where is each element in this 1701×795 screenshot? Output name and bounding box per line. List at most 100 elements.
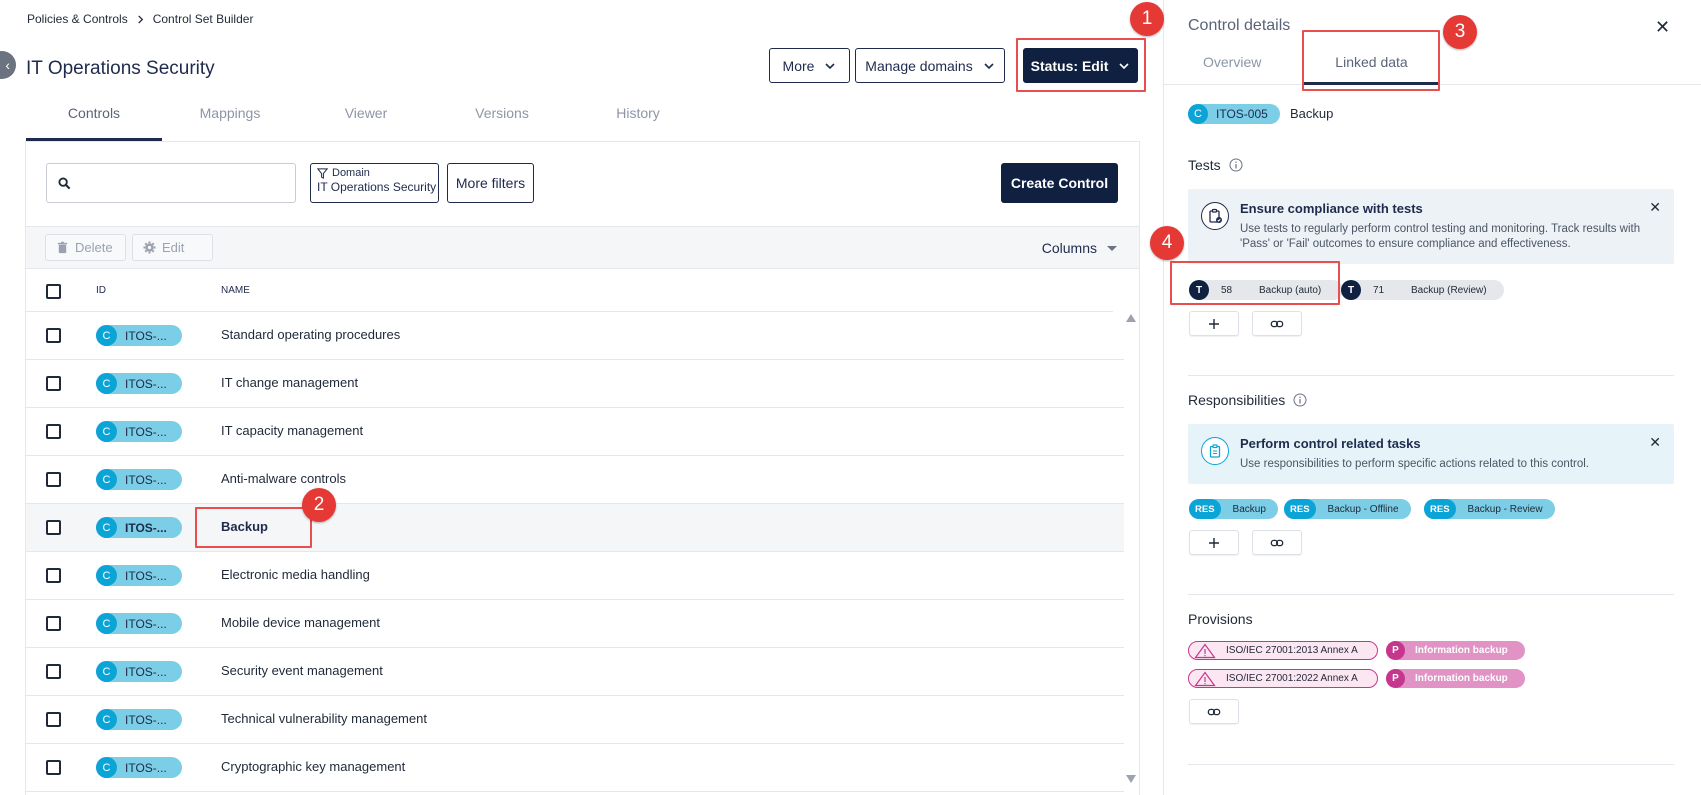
scroll-up-arrow[interactable] [1126, 314, 1136, 322]
manage-domains-button[interactable]: Manage domains [855, 48, 1005, 83]
more-button[interactable]: More [769, 48, 850, 83]
scroll-down-arrow[interactable] [1126, 775, 1136, 783]
add-responsibility-button[interactable] [1189, 530, 1239, 555]
provision-chip[interactable]: P Information backup [1386, 669, 1525, 688]
collapse-sidebar-button[interactable]: ‹ [0, 51, 16, 79]
main-tabs: Controls Mappings Viewer Versions Histor… [26, 100, 1140, 141]
provisions-section-title: Provisions [1188, 611, 1253, 627]
control-badge: C [96, 469, 117, 490]
row-checkbox[interactable] [46, 712, 61, 727]
info-icon[interactable] [1293, 393, 1307, 407]
table-row-selected[interactable]: C ITOS-... Backup [26, 504, 1124, 552]
column-header-id[interactable]: ID [96, 285, 106, 296]
create-control-button[interactable]: Create Control [1001, 163, 1118, 203]
columns-dropdown[interactable]: Columns [1042, 240, 1117, 256]
row-checkbox[interactable] [46, 424, 61, 439]
edit-button[interactable]: Edit [132, 234, 213, 261]
control-name[interactable]: Anti-malware controls [221, 471, 346, 486]
annotation-highlight-status [1016, 38, 1146, 92]
control-id-pill: C ITOS-... [96, 757, 182, 778]
search-input[interactable] [79, 175, 279, 191]
responsibility-chip[interactable]: RES Backup - Review [1424, 499, 1555, 519]
provision-chip[interactable]: P Information backup [1386, 641, 1525, 660]
tests-title: Tests [1188, 157, 1221, 173]
domain-filter-button[interactable]: Domain IT Operations Security [310, 163, 439, 203]
close-icon[interactable]: ✕ [1655, 17, 1670, 38]
row-checkbox[interactable] [46, 616, 61, 631]
table-row[interactable]: C ITOS-... Technical vulnerability manage… [26, 696, 1124, 744]
table-row[interactable]: C ITOS-... Standard operating procedures [26, 312, 1124, 360]
control-name[interactable]: Standard operating procedures [221, 327, 400, 342]
chevron-left-icon: ‹ [5, 57, 10, 73]
control-id: ITOS-... [125, 424, 167, 439]
warning-icon [1194, 642, 1216, 658]
table-row[interactable]: C ITOS-... Electronic media handling [26, 552, 1124, 600]
close-icon[interactable]: ✕ [1649, 434, 1661, 451]
link-provision-button[interactable] [1189, 699, 1239, 724]
table-row[interactable]: C ITOS-... IT change management [26, 360, 1124, 408]
more-filters-button[interactable]: More filters [447, 163, 534, 203]
delete-button[interactable]: Delete [45, 234, 126, 261]
control-name[interactable]: Security event management [221, 663, 383, 678]
test-chip[interactable]: T 71 Backup (Review) [1341, 280, 1504, 300]
detail-title: Control details [1188, 17, 1291, 34]
table-row[interactable]: C ITOS-... Mobile device management [26, 600, 1124, 648]
annotation-badge-1: 1 [1130, 2, 1164, 36]
search-box[interactable] [46, 163, 296, 203]
responsibility-chip[interactable]: RES Backup [1189, 499, 1278, 519]
table-row[interactable]: C ITOS-... Security event management [26, 648, 1124, 696]
control-name[interactable]: Mobile device management [221, 615, 380, 630]
warning-icon [1194, 670, 1216, 686]
delete-label: Delete [75, 240, 113, 255]
provision-standard-chip[interactable]: ISO/IEC 27001:2022 Annex A [1188, 669, 1378, 688]
tab-overview[interactable]: Overview [1203, 54, 1261, 70]
row-checkbox[interactable] [46, 664, 61, 679]
control-id: ITOS-... [125, 616, 167, 631]
tab-mappings[interactable]: Mappings [162, 100, 298, 141]
column-header-name[interactable]: NAME [221, 285, 250, 296]
breadcrumb-item-policies[interactable]: Policies & Controls [27, 12, 128, 26]
control-name[interactable]: Electronic media handling [221, 567, 370, 582]
plus-icon [1209, 537, 1219, 548]
columns-label: Columns [1041, 240, 1097, 256]
breadcrumb: Policies & Controls Control Set Builder [27, 12, 253, 26]
edit-label: Edit [162, 240, 185, 255]
control-id-pill: C ITOS-... [96, 469, 182, 490]
control-id-pill: C ITOS-005 [1188, 104, 1280, 124]
control-name[interactable]: IT capacity management [221, 423, 363, 438]
add-test-button[interactable] [1189, 311, 1239, 336]
row-checkbox[interactable] [46, 376, 61, 391]
link-test-button[interactable] [1252, 311, 1302, 336]
row-checkbox[interactable] [46, 472, 61, 487]
link-responsibility-button[interactable] [1252, 530, 1302, 555]
controls-panel: Domain IT Operations Security More filte… [25, 141, 1140, 795]
row-checkbox[interactable] [46, 568, 61, 583]
section-divider [1188, 764, 1674, 765]
responsibility-chip[interactable]: RES Backup - Offline [1284, 499, 1411, 519]
control-name[interactable]: IT change management [221, 375, 358, 390]
table-row[interactable]: C ITOS-... IT capacity management [26, 408, 1124, 456]
close-icon[interactable]: ✕ [1649, 199, 1661, 216]
control-id: ITOS-... [125, 760, 167, 775]
control-id-pill: C ITOS-... [96, 517, 182, 538]
tab-history[interactable]: History [570, 100, 706, 141]
manage-domains-label: Manage domains [865, 57, 973, 74]
row-checkbox[interactable] [46, 760, 61, 775]
control-details-panel: Control details ✕ Overview Linked data C… [1163, 0, 1701, 795]
table-row[interactable]: C ITOS-... Anti-malware controls [26, 456, 1124, 504]
provision-standard-chip[interactable]: ISO/IEC 27001:2013 Annex A [1188, 641, 1378, 660]
control-name[interactable]: Cryptographic key management [221, 759, 405, 774]
tab-viewer[interactable]: Viewer [298, 100, 434, 141]
control-name[interactable]: Technical vulnerability management [221, 711, 427, 726]
link-icon [1270, 539, 1284, 546]
row-checkbox[interactable] [46, 520, 61, 535]
control-badge: C [96, 661, 117, 682]
tab-versions[interactable]: Versions [434, 100, 570, 141]
control-id: ITOS-... [125, 328, 167, 343]
table-row[interactable]: C ITOS-... Cryptographic key management [26, 744, 1124, 792]
tab-controls[interactable]: Controls [26, 100, 162, 141]
responsibility-name: Backup [1232, 503, 1266, 515]
select-all-checkbox[interactable] [46, 284, 61, 299]
info-icon[interactable] [1229, 158, 1243, 172]
row-checkbox[interactable] [46, 328, 61, 343]
